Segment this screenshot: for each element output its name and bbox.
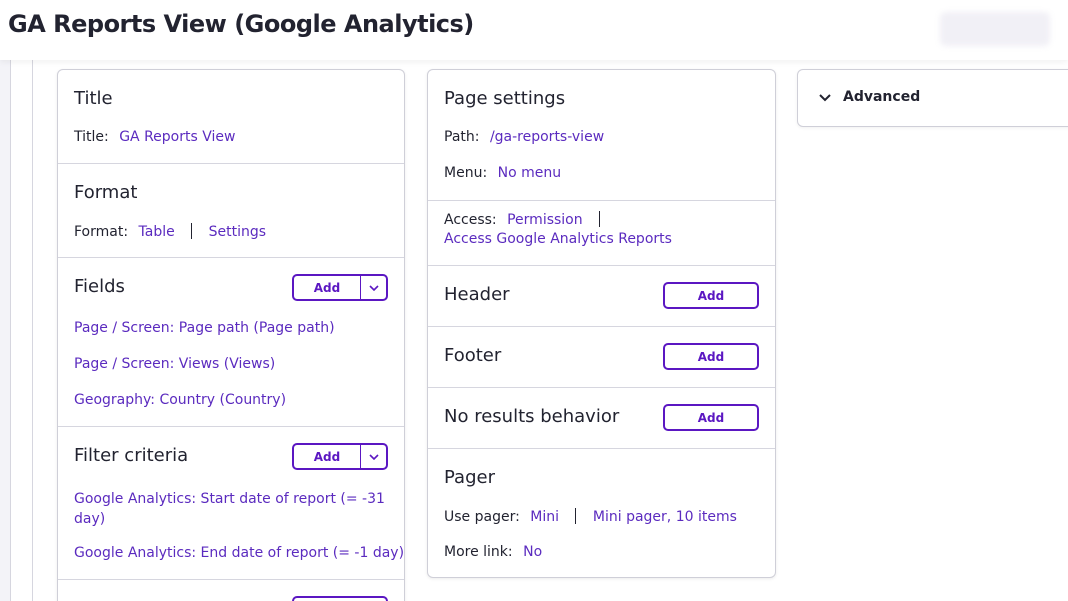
separator <box>191 223 193 239</box>
title-section: Title Title: GA Reports View <box>58 70 404 164</box>
advanced-toggle[interactable]: Advanced <box>797 69 1068 127</box>
fields-section: Fields Add Page / Screen: Page path (Pag… <box>58 258 404 427</box>
separator <box>599 211 601 227</box>
no-results-section: No results behavior Add <box>428 388 775 449</box>
page-settings-heading: Page settings <box>444 88 566 109</box>
footer-section: Footer Add <box>428 327 775 388</box>
format-row: Format: Table Settings <box>74 223 266 240</box>
pager-heading: Pager <box>444 467 495 488</box>
separator <box>575 508 577 524</box>
title-heading: Title <box>74 88 113 109</box>
access-section: Access: Permission Access Google Analyti… <box>428 201 775 266</box>
path-value-link[interactable]: /ga-reports-view <box>490 129 604 145</box>
format-section: Format Format: Table Settings <box>58 164 404 258</box>
field-item[interactable]: Page / Screen: Views (Views) <box>74 356 275 372</box>
top-bar: GA Reports View (Google Analytics) <box>0 0 1068 60</box>
fields-heading: Fields <box>74 276 125 297</box>
no-results-add-label: Add <box>697 410 725 425</box>
chevron-down-icon <box>819 94 831 102</box>
header-section: Header Add <box>428 266 775 327</box>
format-settings-link[interactable]: Settings <box>209 224 266 240</box>
use-pager-row: Use pager: Mini Mini pager, 10 items <box>444 508 737 525</box>
menu-row: Menu: No menu <box>444 165 561 181</box>
next-section-partial <box>58 580 404 601</box>
title-row: Title: GA Reports View <box>74 129 235 145</box>
advanced-label: Advanced <box>843 89 921 105</box>
format-value-link[interactable]: Table <box>139 224 175 240</box>
filter-add-button[interactable]: Add <box>292 443 388 470</box>
access-label: Access: <box>444 212 497 228</box>
filter-add-label: Add <box>313 449 341 464</box>
menu-label: Menu: <box>444 165 488 181</box>
page-settings-section: Page settings Path: /ga-reports-view Men… <box>428 70 775 201</box>
left-column-card: Title Title: GA Reports View Format Form… <box>57 69 405 601</box>
middle-column-card: Page settings Path: /ga-reports-view Men… <box>427 69 776 578</box>
footer-add-label: Add <box>697 349 725 364</box>
more-link-value-link[interactable]: No <box>523 544 542 560</box>
filter-item-line: day) <box>74 511 106 527</box>
menu-value-link[interactable]: No menu <box>498 165 562 181</box>
filter-item-line: Google Analytics: Start date of report (… <box>74 491 385 507</box>
header-add-label: Add <box>697 288 725 303</box>
title-label: Title: <box>74 129 109 145</box>
header-heading: Header <box>444 284 510 305</box>
filter-heading: Filter criteria <box>74 445 189 466</box>
footer-heading: Footer <box>444 345 502 366</box>
filter-criteria-section: Filter criteria Add Google Analytics: St… <box>58 427 404 580</box>
chevron-down-icon[interactable] <box>360 276 386 299</box>
more-link-label: More link: <box>444 544 513 560</box>
fields-add-button[interactable]: Add <box>292 274 388 301</box>
format-heading: Format <box>74 182 138 203</box>
pager-section: Pager Use pager: Mini Mini pager, 10 ite… <box>428 449 775 577</box>
blurred-action-button <box>940 12 1050 46</box>
access-row: Access: Permission <box>444 211 612 228</box>
title-value-link[interactable]: GA Reports View <box>119 129 235 145</box>
field-item[interactable]: Page / Screen: Page path (Page path) <box>74 320 335 336</box>
field-item[interactable]: Geography: Country (Country) <box>74 392 286 408</box>
filter-item[interactable]: Google Analytics: Start date of report (… <box>74 489 385 529</box>
use-pager-value-link[interactable]: Mini <box>530 509 559 525</box>
footer-add-button[interactable]: Add <box>663 343 759 370</box>
path-label: Path: <box>444 129 480 145</box>
pager-settings-link[interactable]: Mini pager, 10 items <box>593 509 737 525</box>
chevron-down-icon[interactable] <box>360 445 386 468</box>
no-results-heading: No results behavior <box>444 406 620 427</box>
fields-add-label: Add <box>313 280 341 295</box>
more-link-row: More link: No <box>444 544 542 560</box>
page-title: GA Reports View (Google Analytics) <box>8 10 474 38</box>
access-value-link[interactable]: Permission <box>507 212 583 228</box>
no-results-add-button[interactable]: Add <box>663 404 759 431</box>
use-pager-label: Use pager: <box>444 509 520 525</box>
filter-item[interactable]: Google Analytics: End date of report (= … <box>74 545 404 561</box>
path-row: Path: /ga-reports-view <box>444 129 604 145</box>
format-label: Format: <box>74 224 129 240</box>
partial-add-button[interactable] <box>292 596 388 601</box>
access-permission-link[interactable]: Access Google Analytics Reports <box>444 231 672 247</box>
header-add-button[interactable]: Add <box>663 282 759 309</box>
